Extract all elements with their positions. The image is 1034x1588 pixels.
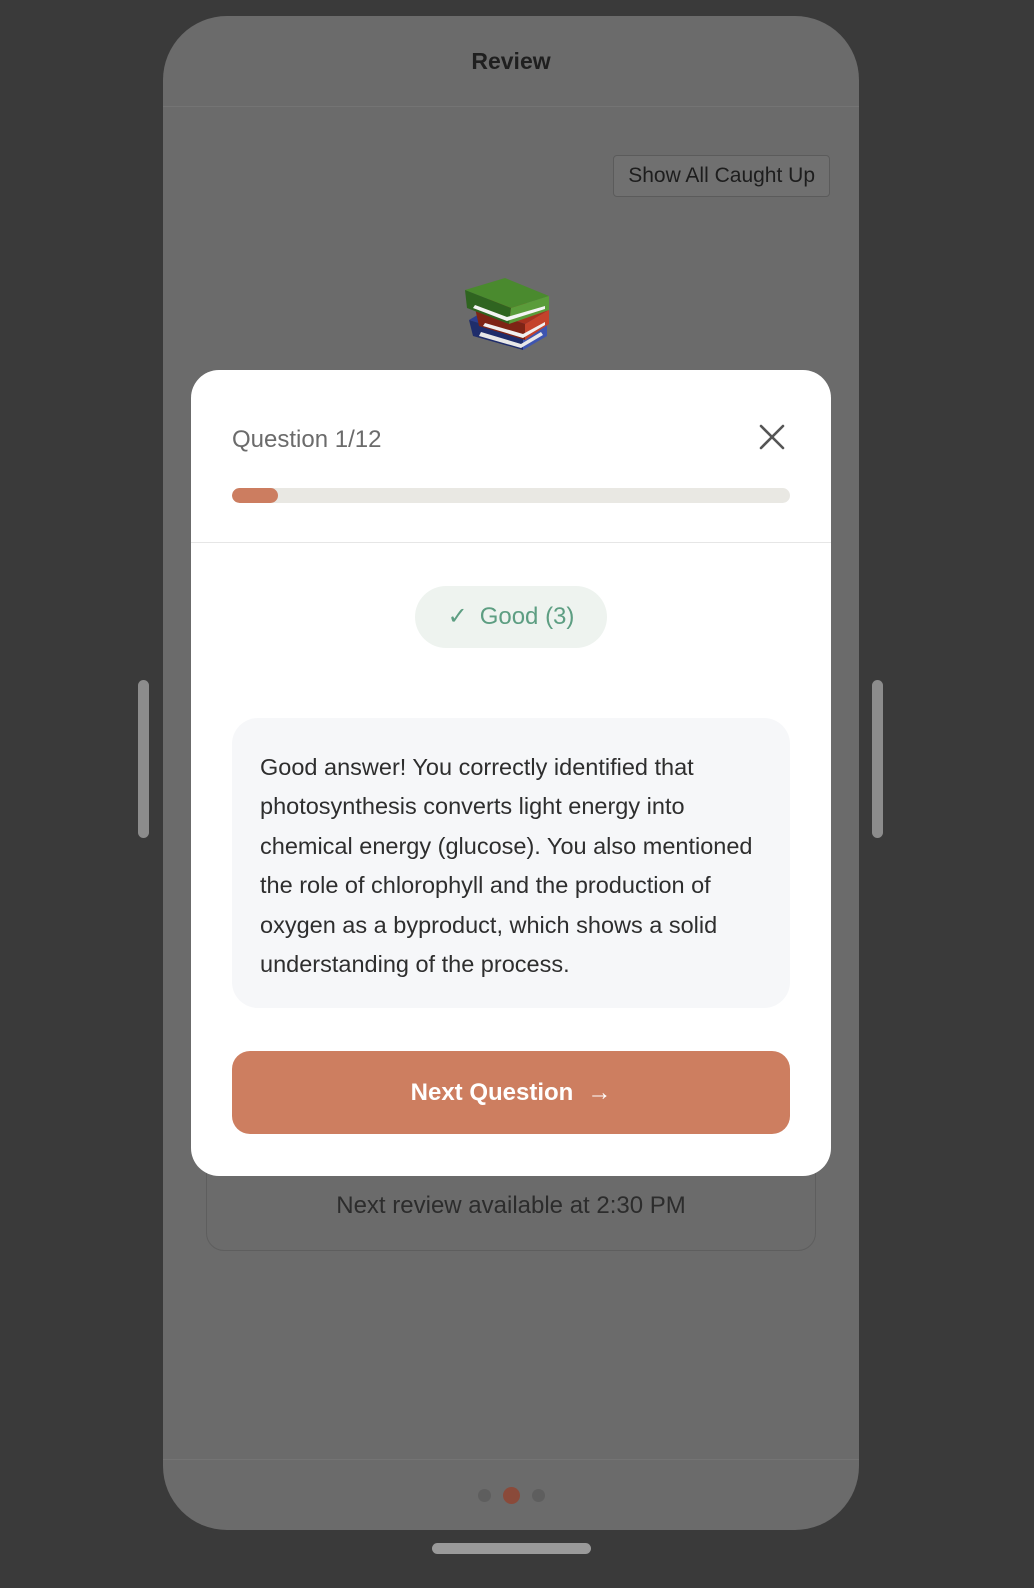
question-counter: Question 1/12 [232, 426, 382, 453]
side-button-left [138, 680, 149, 838]
side-button-right [872, 680, 883, 838]
grade-label: Good (3) [479, 603, 575, 630]
home-indicator [432, 1543, 591, 1554]
page-dot-3[interactable] [531, 1488, 545, 1502]
page-dot-1[interactable] [477, 1488, 491, 1502]
check-icon: ✓ [447, 603, 468, 630]
grade-badge: ✓ Good (3) [415, 586, 607, 648]
progress-bar-fill [232, 488, 279, 503]
close-icon[interactable] [755, 420, 789, 454]
feedback-text: Good answer! You correctly identified th… [260, 754, 753, 978]
next-question-label: Next Question [410, 1078, 574, 1106]
show-all-caught-up-button[interactable]: Show All Caught Up [613, 155, 830, 197]
page-title: Review [471, 47, 551, 74]
modal-header: Question 1/12 [191, 370, 831, 543]
next-review-text: Next review available at 2:30 PM [336, 1192, 686, 1219]
progress-bar [232, 488, 790, 503]
next-question-button[interactable]: Next Question → [232, 1051, 790, 1134]
app-header: Review [163, 16, 859, 107]
page-dot-2-active[interactable] [502, 1486, 520, 1504]
review-modal: Question 1/12 ✓ Good (3) Good answer! Yo… [191, 370, 831, 1176]
arrow-right-icon: → [587, 1078, 612, 1106]
feedback-box: Good answer! You correctly identified th… [232, 718, 790, 1008]
pagination-dots [163, 1459, 859, 1530]
